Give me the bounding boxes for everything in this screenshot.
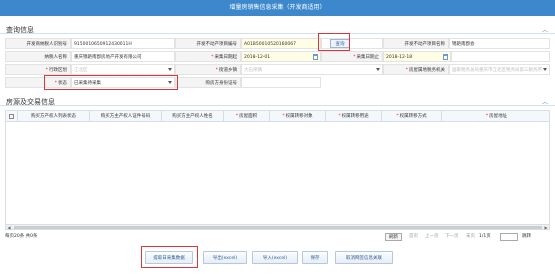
district-label: *行政区划 <box>5 64 71 75</box>
page-info: 1/1页 <box>479 234 491 239</box>
query-row-2: 纳税人名称 重庆锦艳南郡房地产开发有限公司 *采集日期起 2018-12-01 … <box>5 51 550 62</box>
row2-empty-cell <box>451 51 550 62</box>
date-end-label: *采集日期止 <box>321 51 383 62</box>
pager: 每页20条 共0条 刷新 首页 上一页 下一页 末页 1/1页 跳转 <box>5 232 550 242</box>
fetch-daily-data-button[interactable]: 提取日采集数据 <box>145 251 193 264</box>
district-select[interactable]: 江北区 <box>71 64 175 75</box>
checkbox-icon[interactable] <box>9 114 14 119</box>
cancel-link-button[interactable]: 取消网签信息关联 <box>335 251 393 264</box>
contract-label: 购房方身份证号 <box>175 77 241 88</box>
dropdown-arrow-icon[interactable] <box>168 81 172 84</box>
goto-button[interactable]: 跳转 <box>522 232 531 242</box>
taxpayer-id-label: 开发商纳税人识别号 <box>5 38 71 49</box>
export-excel-button[interactable]: 导出(excel) <box>203 251 247 264</box>
calendar-icon[interactable] <box>313 54 318 60</box>
next-page-link[interactable]: 下一页 <box>445 232 459 242</box>
status-select[interactable]: 已采集待采集 <box>71 77 175 88</box>
column-header[interactable]: *权属转移方式 <box>382 111 442 122</box>
project-no-field[interactable]: A01B50010520160067 <box>241 38 321 49</box>
project-no-label: 开发不动产项目编号 <box>175 38 241 49</box>
project-name-label: 开发不动产项目名称 <box>383 38 449 49</box>
dropdown-arrow-icon[interactable] <box>168 68 172 71</box>
query-panel-header: 查询信息 ︿ <box>0 23 555 34</box>
column-header[interactable]: *权属转移对象 <box>270 111 326 122</box>
prev-page-link[interactable]: 上一页 <box>425 232 439 242</box>
query-row-1: 开发商纳税人识别号 9150010650912430011H 开发不动产项目编号… <box>5 38 550 49</box>
status-label: *状态 <box>5 77 71 88</box>
taxpayer-name-field[interactable]: 重庆锦艳南郡房地产开发有限公司 <box>71 51 175 62</box>
query-row-4: *状态 已采集待采集 购房方身份证号 <box>5 77 550 88</box>
query-button[interactable]: 查询 <box>330 39 350 48</box>
column-header[interactable]: *房屋地址 <box>442 111 551 122</box>
refresh-button[interactable]: 刷新 <box>385 233 402 241</box>
taxpayer-id-field[interactable]: 9150010650912430011H <box>71 38 175 49</box>
import-excel-button[interactable]: 导入(excel) <box>252 251 298 264</box>
page-number-input[interactable] <box>500 233 518 241</box>
collapse-chevron-icon[interactable]: ︿ <box>542 25 548 34</box>
column-header[interactable]: 购买方主产权人姓名 <box>162 111 224 122</box>
query-section-title: 查询信息 <box>6 26 34 34</box>
collapse-chevron-icon[interactable]: ︿ <box>542 97 548 106</box>
taxpayer-name-label: 纳税人名称 <box>5 51 71 62</box>
column-header[interactable]: 购买方产权人列表状态 <box>18 111 90 122</box>
grid-panel-header: 房源及交易信息 ︿ <box>0 95 555 106</box>
date-end-field[interactable]: 2018-12-18 <box>383 51 451 62</box>
date-start-label: *采集日期起 <box>175 51 241 62</box>
tax-office-label: *房屋属地税务机关 <box>383 64 449 75</box>
tax-office-select[interactable]: 国家税务总局重庆市江北区税务局第三税务所 <box>449 64 550 75</box>
calendar-icon[interactable] <box>443 54 448 60</box>
grid-body <box>5 122 550 225</box>
column-header[interactable]: *权属转移用途 <box>326 111 382 122</box>
dropdown-arrow-icon[interactable] <box>376 68 380 71</box>
last-page-link[interactable]: 末页 <box>466 232 475 242</box>
query-row-3: *行政区划 江北区 *街道乡镇 大石坝镇 *房屋属地税务机关 国家税务总局重庆市… <box>5 64 550 75</box>
grid-section-title: 房源及交易信息 <box>6 98 55 106</box>
date-start-field[interactable]: 2018-12-01 <box>241 51 321 62</box>
pager-summary: 每页20条 共0条 <box>5 234 38 239</box>
scroll-right-icon[interactable]: ▶ <box>543 225 549 230</box>
select-all-checkbox-cell[interactable] <box>6 111 18 122</box>
horizontal-scrollbar[interactable]: ◀ ▶ <box>5 224 550 230</box>
street-select[interactable]: 大石坝镇 <box>241 64 383 75</box>
window-title: 增量房销售信息采集（开发商适用） <box>0 0 555 16</box>
contract-field[interactable] <box>241 77 321 88</box>
grid-header-row: 购买方产权人列表状态 购买方主产权人证件号码 购买方主产权人姓名 *房屋面积 *… <box>5 110 550 122</box>
scrollbar-thumb[interactable] <box>14 226 542 229</box>
dropdown-arrow-icon[interactable] <box>543 68 547 71</box>
scroll-left-icon[interactable]: ◀ <box>6 225 12 230</box>
first-page-link[interactable]: 首页 <box>409 232 418 242</box>
street-label: *街道乡镇 <box>175 64 241 75</box>
column-header[interactable]: 购买方主产权人证件号码 <box>90 111 162 122</box>
column-header[interactable]: *房屋面积 <box>224 111 270 122</box>
save-button[interactable]: 保存 <box>302 251 328 264</box>
project-name-field[interactable]: 锦艳南郡会 <box>449 38 550 49</box>
